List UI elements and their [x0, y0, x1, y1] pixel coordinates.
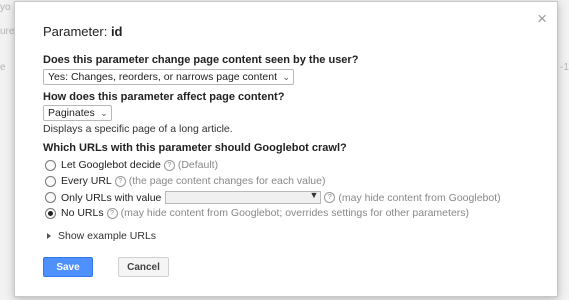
dropdown-arrow-icon: ▼	[309, 190, 319, 200]
cancel-button[interactable]: Cancel	[118, 257, 169, 277]
title-prefix: Parameter:	[43, 24, 108, 39]
radio-button[interactable]	[45, 159, 56, 171]
content-change-select-value: Yes: Changes, reorders, or narrows page …	[48, 71, 277, 83]
background-text: -1	[560, 62, 569, 73]
parameter-dialog: × Parameter: id Does this parameter chan…	[14, 1, 558, 297]
option-note: (may hide content from Googlebot; overri…	[120, 207, 470, 219]
chevron-down-icon: ⌄	[100, 108, 108, 118]
crawl-option-let-googlebot-decide[interactable]: Let Googlebot decide ? (Default)	[45, 159, 218, 171]
chevron-down-icon: ⌄	[282, 72, 290, 82]
option-note: (the page content changes for each value…	[128, 175, 326, 187]
radio-button[interactable]	[45, 192, 56, 203]
parameter-name: id	[110, 24, 123, 39]
help-icon[interactable]: ?	[114, 175, 126, 187]
option-label: Every URL	[61, 175, 112, 187]
option-note: (Default)	[177, 159, 219, 171]
help-icon[interactable]: ?	[324, 192, 336, 203]
crawl-option-every-url[interactable]: Every URL ? (the page content changes fo…	[45, 175, 325, 187]
background-text: yo	[0, 2, 11, 13]
content-effect-select-value: Paginates	[48, 107, 95, 119]
help-icon[interactable]: ?	[163, 159, 175, 171]
option-label: Only URLs with value	[61, 191, 162, 204]
content-effect-select[interactable]: Paginates ⌄	[43, 105, 112, 121]
expand-triangle-icon	[47, 233, 51, 239]
content-effect-question: How does this parameter affect page cont…	[43, 91, 285, 103]
value-select[interactable]: ▼	[165, 190, 322, 204]
option-label: No URLs	[61, 207, 104, 219]
radio-button[interactable]	[45, 175, 56, 187]
background-text: e	[0, 62, 6, 73]
content-change-select[interactable]: Yes: Changes, reorders, or narrows page …	[43, 69, 294, 85]
crawl-question: Which URLs with this parameter should Go…	[43, 142, 347, 154]
background-text: ure	[0, 26, 15, 37]
content-effect-description: Displays a specific page of a long artic…	[43, 123, 233, 135]
save-button[interactable]: Save	[43, 257, 93, 277]
option-label: Let Googlebot decide	[61, 159, 161, 171]
help-icon[interactable]: ?	[106, 207, 118, 219]
crawl-option-only-urls-with-value[interactable]: Only URLs with value ▼ ? (may hide conte…	[45, 190, 501, 204]
dialog-title: Parameter: id	[43, 24, 123, 39]
crawl-option-no-urls[interactable]: No URLs ? (may hide content from Googleb…	[45, 207, 469, 219]
show-example-urls-toggle[interactable]: Show example URLs	[47, 230, 156, 242]
show-example-urls-label: Show example URLs	[58, 230, 157, 242]
option-note: (may hide content from Googlebot)	[338, 191, 501, 204]
content-change-question: Does this parameter change page content …	[43, 54, 359, 66]
close-icon[interactable]: ×	[537, 10, 547, 27]
radio-button-checked[interactable]	[45, 207, 56, 219]
